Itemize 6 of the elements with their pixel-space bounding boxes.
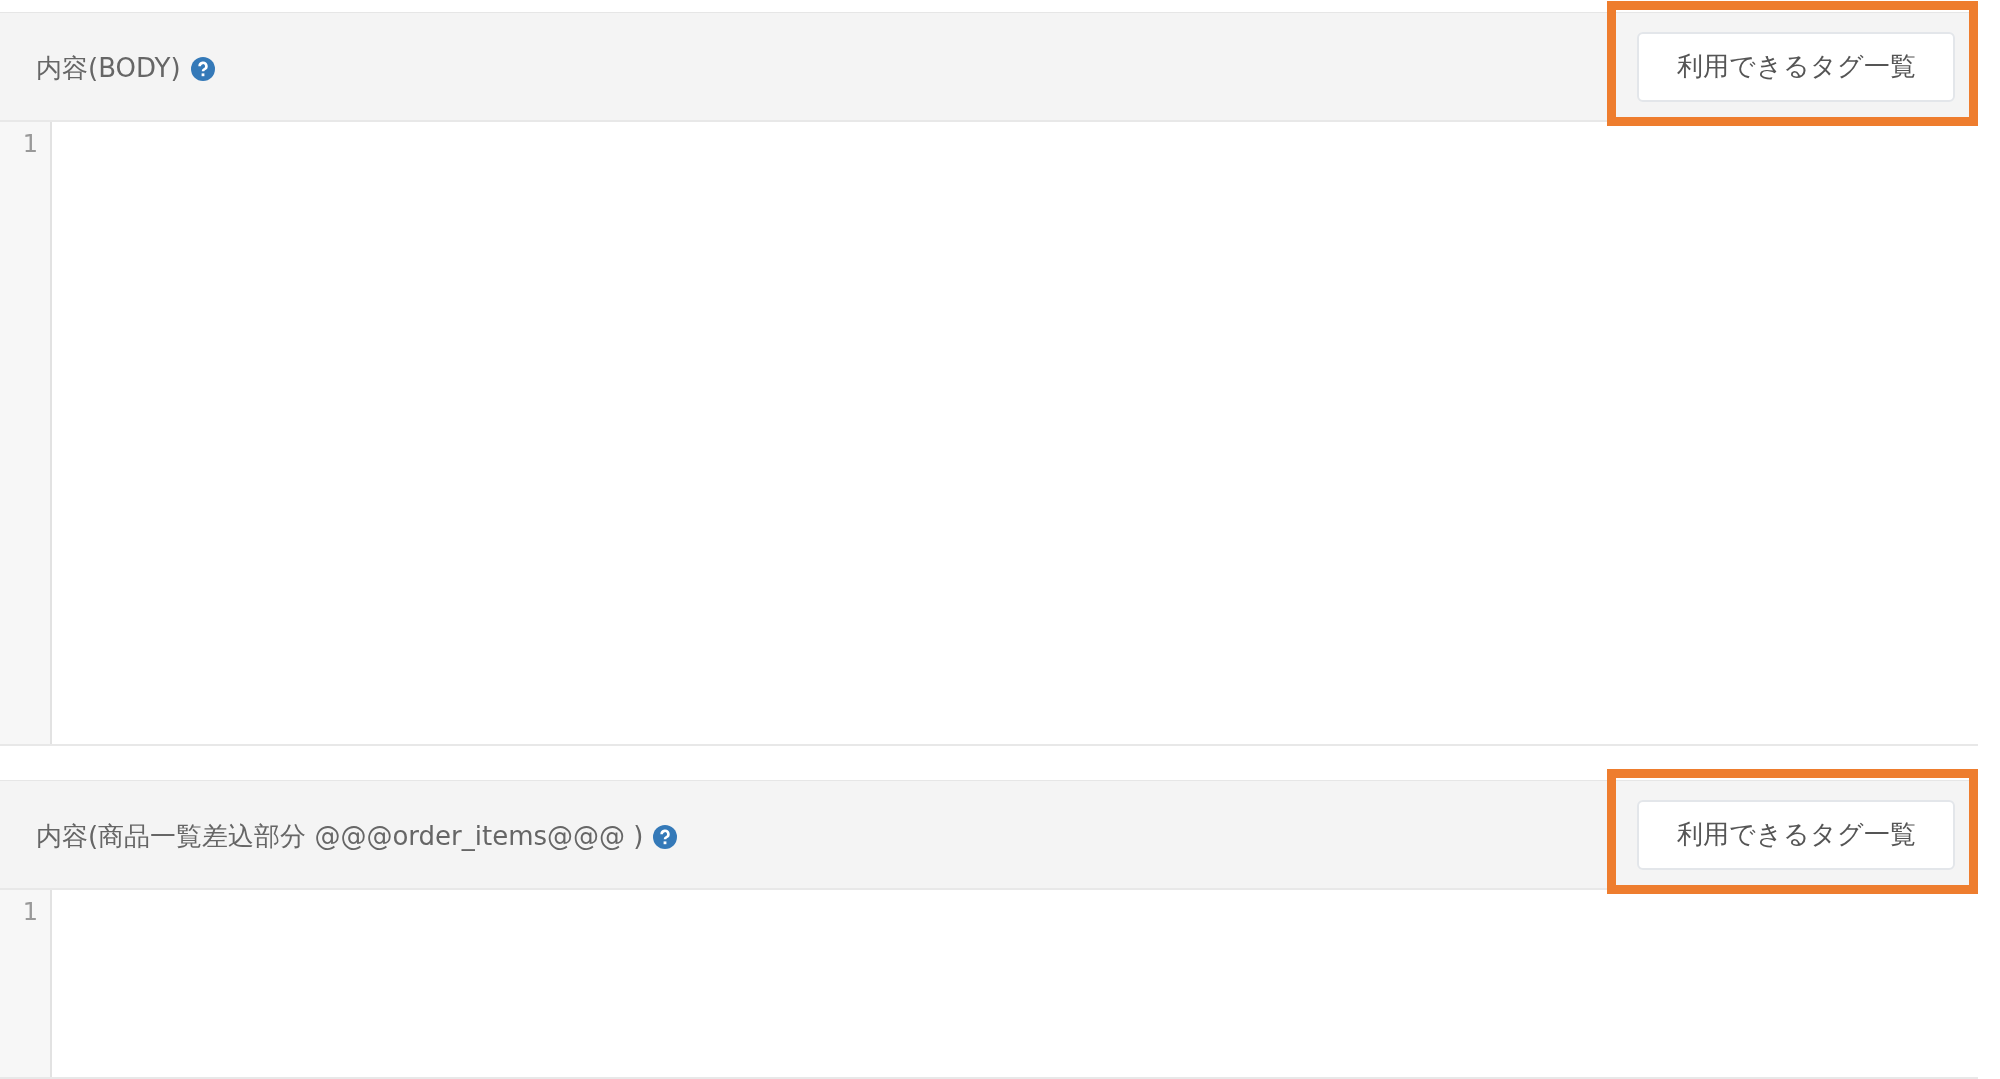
line-number: 1 (22, 130, 38, 159)
tag-list-button[interactable]: 利用できるタグ一覧 (1637, 31, 1955, 102)
field-label: 内容(商品一覧差込部分 @@@order_items@@@ ) (36, 820, 644, 853)
field-label: 内容(BODY) (36, 52, 181, 85)
tag-list-button[interactable]: 利用できるタグ一覧 (1637, 799, 1955, 870)
line-number: 1 (22, 898, 38, 927)
